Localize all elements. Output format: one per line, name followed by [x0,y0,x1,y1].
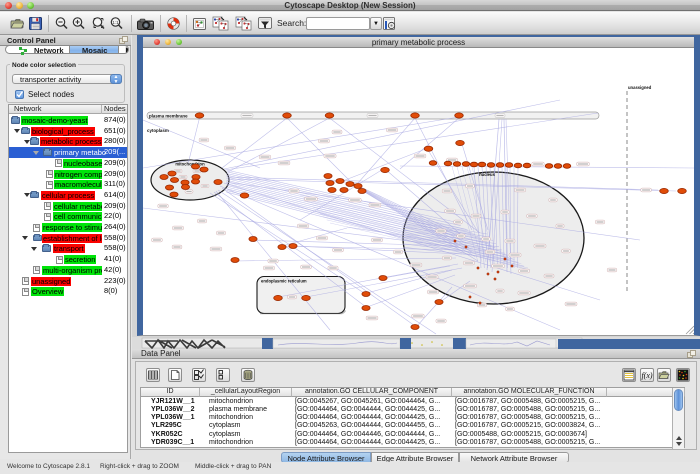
svg-text:unassigned: unassigned [628,85,652,90]
svg-text:1:1: 1:1 [112,20,119,25]
svg-text:nucleus: nucleus [479,172,495,177]
svg-text:cytoplasm: cytoplasm [147,128,169,133]
svg-text:plasma membrane: plasma membrane [149,113,188,118]
svg-text:mitochondrion: mitochondrion [175,162,205,167]
svg-text:endoplasmic reticulum: endoplasmic reticulum [261,279,307,284]
svg-text:f(x): f(x) [641,371,652,380]
